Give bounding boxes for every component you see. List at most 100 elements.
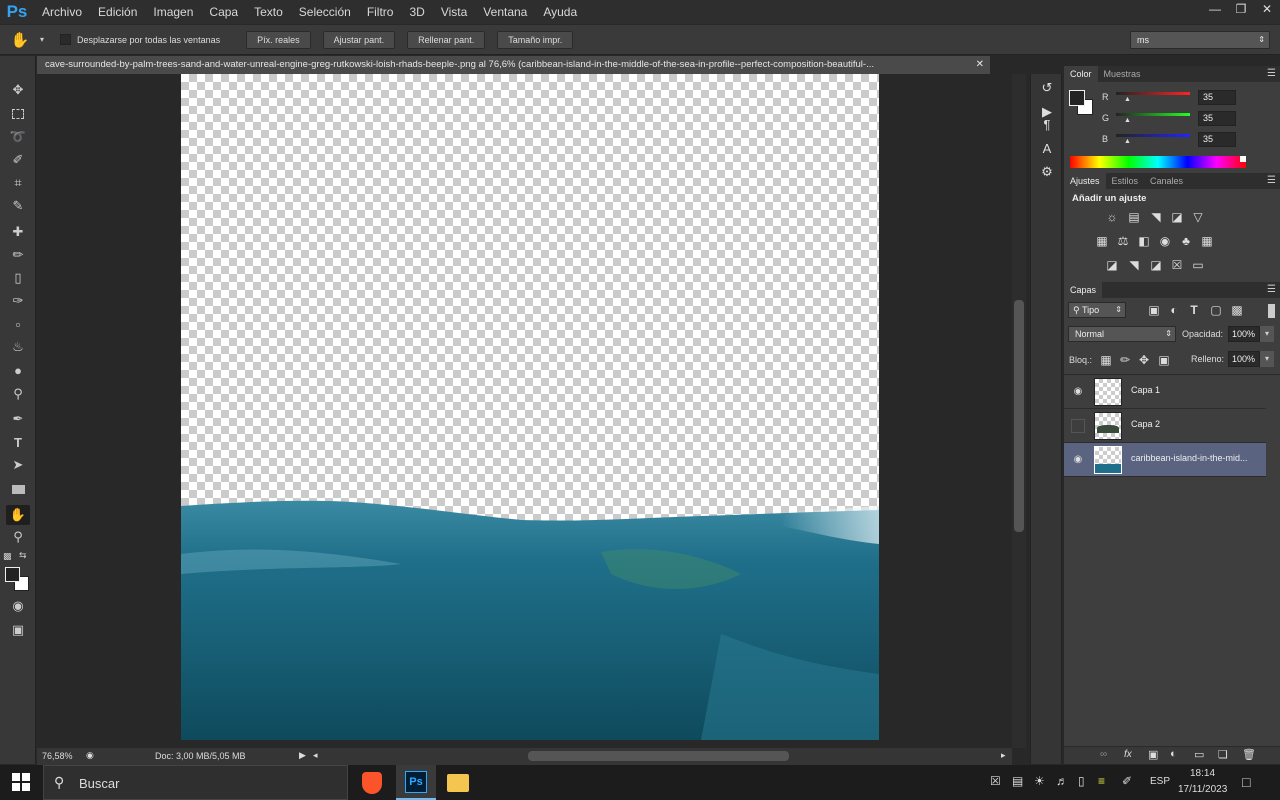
print-size-button[interactable]: Tamaño impr. [497,30,574,49]
b-slider-handle[interactable]: ▲ [1124,138,1131,145]
tab-color[interactable]: Color [1064,66,1098,82]
filter-type-icon[interactable]: T [1186,303,1202,317]
hand-tool-icon[interactable]: ✋ [6,505,30,525]
fill-dropdown-icon[interactable]: ▾ [1260,351,1274,367]
filter-shape-icon[interactable]: ▢ [1208,303,1224,317]
color-balance-icon[interactable]: ⚖ [1115,234,1131,248]
vertical-scroll-thumb[interactable] [1014,300,1024,532]
status-info-icon[interactable]: ◉ [86,750,94,761]
visibility-eye-icon[interactable]: ◉ [1071,453,1085,467]
tab-styles[interactable]: Estilos [1106,173,1145,189]
new-group-icon[interactable]: ▭ [1194,748,1204,761]
gradient-map-icon[interactable]: ▭ [1190,258,1206,272]
photo-filter-icon[interactable]: ◉ [1157,234,1173,248]
volume-icon[interactable]: ♬ [1056,774,1068,788]
r-slider[interactable] [1116,92,1190,95]
paragraph-panel-icon[interactable]: ¶ [1037,114,1057,134]
quick-mask-icon[interactable]: ◉ [6,596,30,616]
lock-position-icon[interactable]: ✥ [1136,353,1152,367]
scroll-all-checkbox[interactable] [60,34,71,45]
foreground-color-swatch[interactable] [5,567,20,582]
black-white-icon[interactable]: ◧ [1136,234,1152,248]
brush-tool-icon[interactable]: ✏ [6,245,30,265]
zoom-tool-icon[interactable]: ⚲ [6,527,30,547]
selective-color-icon[interactable]: ☒ [1169,258,1185,272]
pen-tool-icon[interactable]: ✒ [6,409,30,429]
language-indicator[interactable]: ESP [1150,776,1170,787]
b-slider[interactable] [1116,134,1190,137]
color-fg-swatch[interactable] [1069,90,1085,106]
menu-texto[interactable]: Texto [246,0,291,24]
lock-image-icon[interactable]: ✏ [1117,353,1133,367]
menu-edicion[interactable]: Edición [90,0,145,24]
tray-app-icon[interactable]: ☒ [990,774,1001,788]
history-panel-icon[interactable]: ↺ [1037,78,1057,98]
rectangle-tool-icon[interactable] [6,479,30,499]
menu-3d[interactable]: 3D [401,0,432,24]
file-explorer-icon[interactable] [438,765,478,800]
menu-capa[interactable]: Capa [201,0,246,24]
minimize-icon[interactable]: — [1202,0,1228,18]
spectrum-white[interactable] [1240,156,1246,162]
visibility-toggle-off[interactable] [1071,419,1085,433]
delete-layer-icon[interactable]: 🗑 [1242,748,1256,761]
opacity-dropdown-icon[interactable]: ▾ [1260,326,1274,342]
layer-name[interactable]: Capa 1 [1131,385,1160,395]
taskbar-search[interactable]: ⚲ Buscar [43,765,348,800]
tool-preset-chevron-icon[interactable]: ▾ [40,35,60,44]
marquee-tool-icon[interactable] [6,104,30,124]
workspace-select[interactable]: ms ⇕ [1130,31,1270,49]
eraser-tool-icon[interactable]: ▫ [6,314,30,334]
notifications-icon[interactable]: □ [1242,774,1250,790]
fill-screen-button[interactable]: Rellenar pant. [407,30,486,49]
scroll-left-arrow-icon[interactable]: ◂ [313,750,318,761]
filter-pixel-icon[interactable]: ▣ [1146,303,1162,317]
threshold-icon[interactable]: ◪ [1148,258,1164,272]
color-spectrum[interactable] [1070,156,1246,168]
type-tool-icon[interactable]: T [6,432,30,452]
fit-screen-button[interactable]: Ajustar pant. [322,30,396,49]
close-tab-icon[interactable]: ✕ [976,56,984,74]
move-tool-icon[interactable]: ✥ [6,80,30,100]
b-value[interactable]: 35 [1198,132,1236,147]
clock-date[interactable]: 17/11/2023 [1178,784,1227,795]
path-select-tool-icon[interactable]: ➤ [6,455,30,475]
windows-start-icon[interactable] [12,773,30,791]
channel-mixer-icon[interactable]: ♣ [1178,234,1194,248]
exposure-icon[interactable]: ◪ [1169,210,1185,224]
lasso-tool-icon[interactable]: ➰ [6,127,30,147]
usb-icon[interactable]: ▯ [1078,774,1085,788]
restore-icon[interactable]: ❐ [1228,0,1254,18]
layer-name[interactable]: caribbean-island-in-the-mid... [1131,453,1248,463]
close-icon[interactable]: ✕ [1254,0,1280,18]
g-slider-handle[interactable]: ▲ [1124,117,1131,124]
add-mask-icon[interactable]: ▣ [1148,748,1158,761]
r-value[interactable]: 35 [1198,90,1236,105]
filter-toggle[interactable] [1268,304,1275,318]
doc-info[interactable]: Doc: 3,00 MB/5,05 MB [155,751,246,761]
menu-ventana[interactable]: Ventana [475,0,535,24]
swap-colors-icon[interactable]: ⇆ [19,550,27,561]
properties-panel-icon[interactable]: ⚙ [1037,162,1057,182]
new-layer-icon[interactable]: ❏ [1218,748,1228,761]
filter-smart-icon[interactable]: ▩ [1229,303,1245,317]
eyedropper-tool-icon[interactable]: ✎ [6,196,30,216]
curves-icon[interactable]: ◥ [1148,210,1164,224]
document-image[interactable] [181,74,879,740]
tab-swatches[interactable]: Muestras [1098,66,1147,82]
brightness-icon[interactable]: ☼ [1104,210,1120,224]
layer-row[interactable]: ◉ Capa 1 [1064,375,1266,409]
color-lookup-icon[interactable]: ▦ [1199,234,1215,248]
g-slider[interactable] [1116,113,1190,116]
layer-row[interactable]: Capa 2 [1064,409,1266,443]
panel-menu-icon[interactable]: ☰ [1267,175,1276,186]
g-value[interactable]: 35 [1198,111,1236,126]
status-menu-arrow-icon[interactable]: ▶ [299,750,306,761]
vibrance-icon[interactable]: ▽ [1190,210,1206,224]
lock-transparent-icon[interactable]: ▦ [1098,353,1114,367]
tray-app2-icon[interactable]: ☀ [1034,774,1045,788]
actual-pixels-button[interactable]: Píx. reales [246,30,311,49]
invert-icon[interactable]: ◪ [1104,258,1120,272]
default-colors-icon[interactable]: ▩ [3,551,12,562]
tab-adjustments[interactable]: Ajustes [1064,173,1106,189]
